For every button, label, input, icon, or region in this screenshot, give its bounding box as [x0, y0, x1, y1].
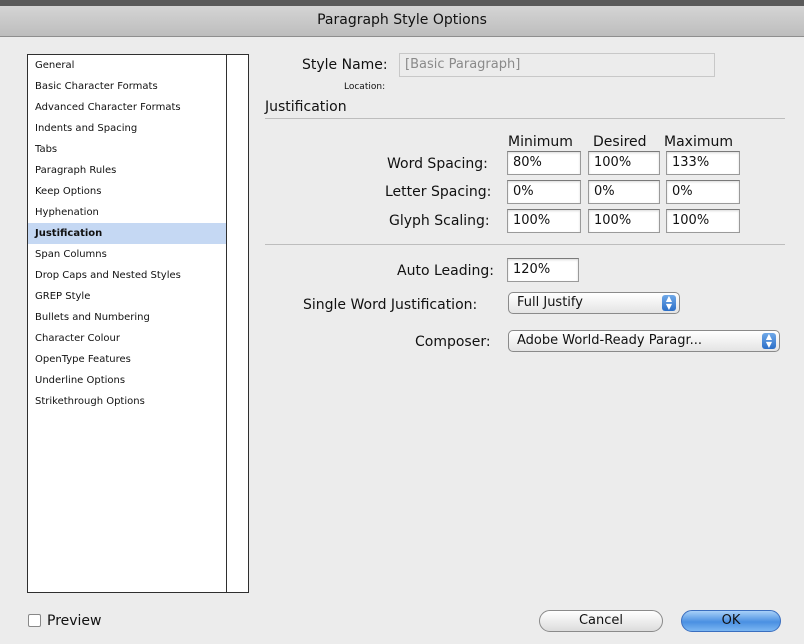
word-spacing-max-field[interactable]: 133%	[666, 151, 740, 175]
category-list-items: General Basic Character Formats Advanced…	[28, 55, 227, 592]
sidebar-item-basic-character-formats[interactable]: Basic Character Formats	[28, 76, 226, 97]
glyph-scaling-max-field[interactable]: 100%	[666, 209, 740, 233]
updown-arrows-icon: ▲ ▼	[762, 333, 776, 349]
ok-button[interactable]: OK	[681, 610, 781, 632]
location-label: Location:	[344, 82, 386, 92]
sidebar-item-justification[interactable]: Justification	[28, 223, 226, 244]
header-desired: Desired	[593, 134, 647, 150]
sidebar-item-bullets-and-numbering[interactable]: Bullets and Numbering	[28, 307, 226, 328]
window-title: Paragraph Style Options	[317, 12, 487, 28]
composer-label: Composer:	[415, 334, 491, 350]
word-spacing-label: Word Spacing:	[387, 156, 488, 172]
preview-label: Preview	[47, 613, 102, 629]
single-word-justification-select[interactable]: Full Justify ▲ ▼	[508, 292, 680, 314]
word-spacing-desired-field[interactable]: 100%	[588, 151, 660, 175]
auto-leading-field[interactable]: 120%	[507, 258, 579, 282]
header-maximum: Maximum	[664, 134, 733, 150]
sidebar-item-span-columns[interactable]: Span Columns	[28, 244, 226, 265]
grid-divider	[265, 244, 785, 245]
glyph-scaling-min-field[interactable]: 100%	[507, 209, 581, 233]
style-name-field: [Basic Paragraph]	[399, 53, 715, 77]
header-minimum: Minimum	[508, 134, 573, 150]
word-spacing-min-field[interactable]: 80%	[507, 151, 581, 175]
cancel-button[interactable]: Cancel	[539, 610, 663, 632]
auto-leading-label: Auto Leading:	[397, 263, 494, 279]
style-name-label: Style Name:	[302, 57, 388, 73]
letter-spacing-label: Letter Spacing:	[385, 184, 492, 200]
window-top-strip	[0, 0, 804, 6]
composer-value: Adobe World-Ready Paragr...	[517, 333, 703, 348]
section-divider	[265, 118, 785, 119]
letter-spacing-max-field[interactable]: 0%	[666, 180, 740, 204]
sidebar-item-opentype-features[interactable]: OpenType Features	[28, 349, 226, 370]
sidebar-item-paragraph-rules[interactable]: Paragraph Rules	[28, 160, 226, 181]
sidebar-item-hyphenation[interactable]: Hyphenation	[28, 202, 226, 223]
composer-select[interactable]: Adobe World-Ready Paragr... ▲ ▼	[508, 330, 780, 352]
sidebar-item-tabs[interactable]: Tabs	[28, 139, 226, 160]
single-word-justification-label: Single Word Justification:	[303, 297, 478, 313]
glyph-scaling-desired-field[interactable]: 100%	[588, 209, 660, 233]
sidebar-item-strikethrough-options[interactable]: Strikethrough Options	[28, 391, 226, 412]
letter-spacing-desired-field[interactable]: 0%	[588, 180, 660, 204]
sidebar-item-indents-and-spacing[interactable]: Indents and Spacing	[28, 118, 226, 139]
title-bar: Paragraph Style Options	[0, 0, 804, 37]
sidebar-item-character-colour[interactable]: Character Colour	[28, 328, 226, 349]
section-title: Justification	[265, 99, 347, 115]
sidebar-item-general[interactable]: General	[28, 55, 226, 76]
preview-checkbox[interactable]	[28, 614, 41, 627]
sidebar-item-grep-style[interactable]: GREP Style	[28, 286, 226, 307]
sidebar-item-underline-options[interactable]: Underline Options	[28, 370, 226, 391]
sidebar-item-advanced-character-formats[interactable]: Advanced Character Formats	[28, 97, 226, 118]
category-list-scrollbar[interactable]	[228, 55, 248, 592]
category-list: General Basic Character Formats Advanced…	[27, 54, 249, 593]
glyph-scaling-label: Glyph Scaling:	[389, 213, 490, 229]
letter-spacing-min-field[interactable]: 0%	[507, 180, 581, 204]
sidebar-item-drop-caps-and-nested-styles[interactable]: Drop Caps and Nested Styles	[28, 265, 226, 286]
sidebar-item-keep-options[interactable]: Keep Options	[28, 181, 226, 202]
updown-arrows-icon: ▲ ▼	[662, 295, 676, 311]
single-word-justification-value: Full Justify	[517, 295, 583, 310]
